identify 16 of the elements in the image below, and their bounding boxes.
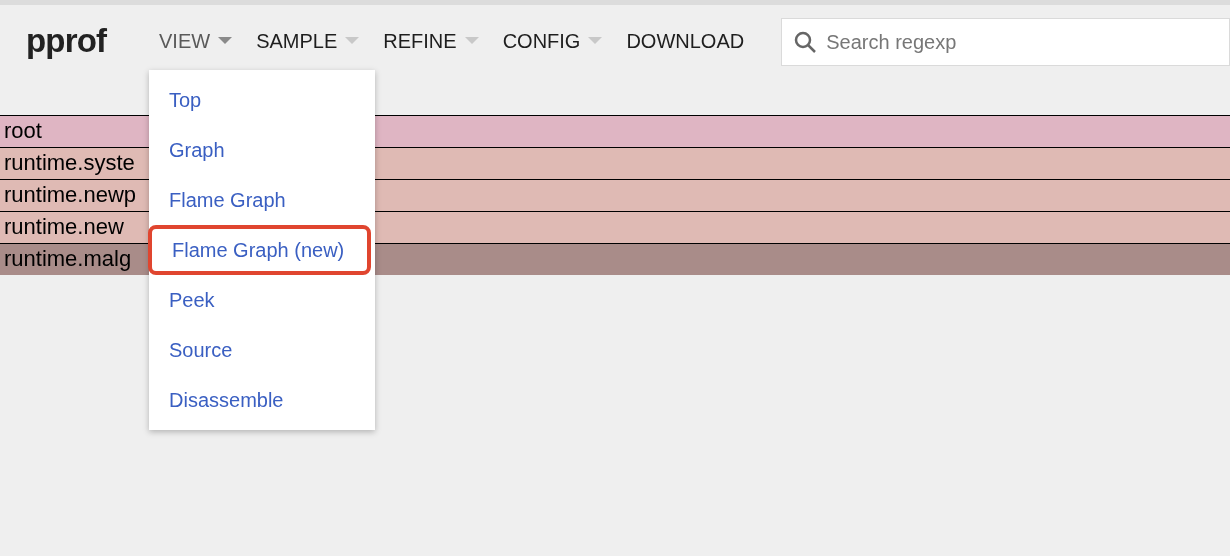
caret-icon <box>588 37 603 45</box>
caret-icon <box>345 37 360 45</box>
menu-item[interactable]: Flame Graph (new) <box>148 225 371 275</box>
search-icon <box>793 30 818 54</box>
nav-menu[interactable]: SAMPLE <box>256 26 360 56</box>
app-logo: pprof <box>26 21 108 62</box>
nav-menu[interactable]: DOWNLOAD <box>626 26 745 56</box>
nav-menu[interactable]: REFINE <box>383 26 479 56</box>
caret-icon <box>464 37 479 45</box>
search-field[interactable]: Search regexp <box>781 18 1230 66</box>
nav-menu[interactable]: VIEW <box>159 26 233 56</box>
menu-item[interactable]: Peek <box>149 275 375 325</box>
menu-item[interactable]: Source <box>149 325 375 375</box>
caret-icon <box>218 37 233 45</box>
nav-menu[interactable]: CONFIG <box>502 26 603 56</box>
menu-item[interactable]: Disassemble <box>149 375 375 425</box>
